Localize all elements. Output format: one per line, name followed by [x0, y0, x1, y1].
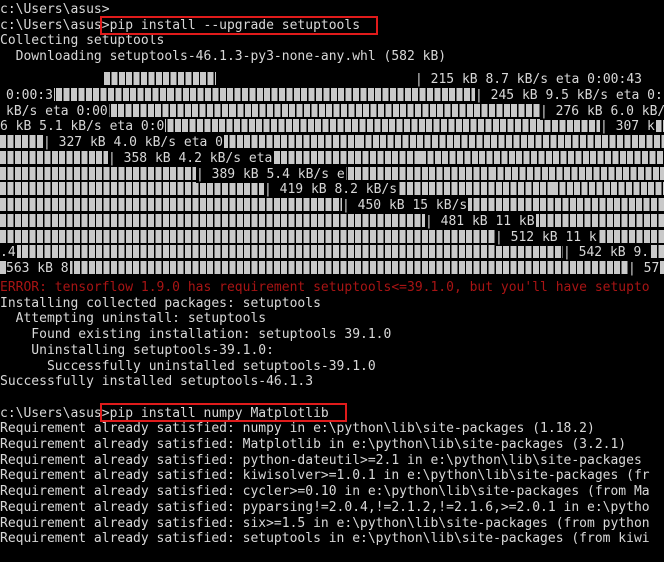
progress-bar-segment [490, 167, 664, 180]
prompt-line-1: c:\Users\asus> [0, 2, 110, 18]
req-numpy-line: Requirement already satisfied: numpy in … [0, 421, 595, 437]
collecting-line: Collecting setuptools [0, 33, 165, 50]
progress-bar-segment [104, 72, 216, 85]
uninstalled-ok-line: Successfully uninstalled setuptools-39.1… [0, 358, 376, 375]
progress-status-text: | 307 k [600, 119, 656, 135]
req-setuptools-line: Requirement already satisfied: setuptool… [0, 531, 650, 547]
progress-status-text: 563 kB 8 [6, 261, 70, 277]
progress-status-text: .4 [0, 245, 17, 261]
progress-bar-segment [552, 182, 664, 195]
progress-status-text: | 481 kB 11 kB [425, 214, 536, 230]
progress-bar-segment [358, 135, 664, 148]
progress-status-text: | 419 kB 8.2 kB/s [264, 182, 399, 198]
terminal-window[interactable]: | 215 kB 8.7 kB/s eta 0:00:43 | 245 kB 9.… [0, 0, 664, 562]
progress-status-text: 6 kB 5.1 kB/s eta 0:0 [0, 119, 166, 135]
uninstalling-line: Uninstalling setuptools-39.1.0: [0, 342, 274, 359]
req-cycler-line: Requirement already satisfied: cycler>=0… [0, 484, 650, 500]
req-matplotlib-line: Requirement already satisfied: Matplotli… [0, 437, 627, 453]
progress-bar-segment [0, 261, 664, 274]
progress-bar-segment [0, 214, 664, 227]
progress-status-text: | 389 kB 5.4 kB/s e [196, 167, 346, 183]
error-line: ERROR: tensorflow 1.9.0 has requirement … [0, 280, 650, 296]
progress-status-text: | 327 kB 4.0 kB/s eta 0 [43, 135, 225, 151]
progress-bar-segment [614, 198, 664, 211]
progress-status-text: | 245 kB 9.5 kB/s eta 0: [475, 88, 664, 104]
command-highlight-box [100, 16, 378, 35]
req-dateutil-line: Requirement already satisfied: python-da… [0, 452, 642, 469]
progress-status-text: | 358 kB 4.2 kB/s eta [108, 151, 274, 167]
progress-status-text: | 276 kB 6.0 kB/ [540, 104, 664, 120]
progress-status-text: | 215 kB 8.7 kB/s eta 0:00:43 [415, 72, 643, 88]
req-six-line: Requirement already satisfied: six>=1.5 … [0, 515, 650, 532]
progress-bar-segment [420, 151, 664, 164]
found-existing-line: Found existing installation: setuptools … [0, 327, 392, 343]
command-2-prefix: c:\Users\asus> [0, 405, 110, 421]
progress-status-text: kB/s eta 0:00 [6, 104, 109, 120]
command-highlight-box [100, 403, 347, 422]
installed-ok-line: Successfully installed setuptools-46.1.3 [0, 374, 314, 390]
req-pyparsing-line: Requirement already satisfied: pyparsing… [0, 499, 650, 516]
progress-status-text: | 512 kB 11 k [495, 230, 598, 246]
req-kiwisolver-line: Requirement already satisfied: kiwisolve… [0, 468, 650, 485]
installing-line: Installing collected packages: setuptool… [0, 295, 321, 312]
progress-status-text: 0:00:3 [6, 88, 54, 104]
progress-status-text: | 450 kB 15 kB/s [342, 198, 469, 214]
progress-status-text: | 542 kB 9. [563, 245, 651, 261]
progress-bar-segment [0, 198, 664, 211]
attempting-line: Attempting uninstall: setuptools [0, 311, 267, 328]
progress-status-text: | 57 [628, 261, 661, 277]
command-1-prefix: c:\Users\asus> [0, 17, 110, 33]
downloading-line: Downloading setuptools-46.1.3-py3-none-a… [0, 49, 447, 65]
